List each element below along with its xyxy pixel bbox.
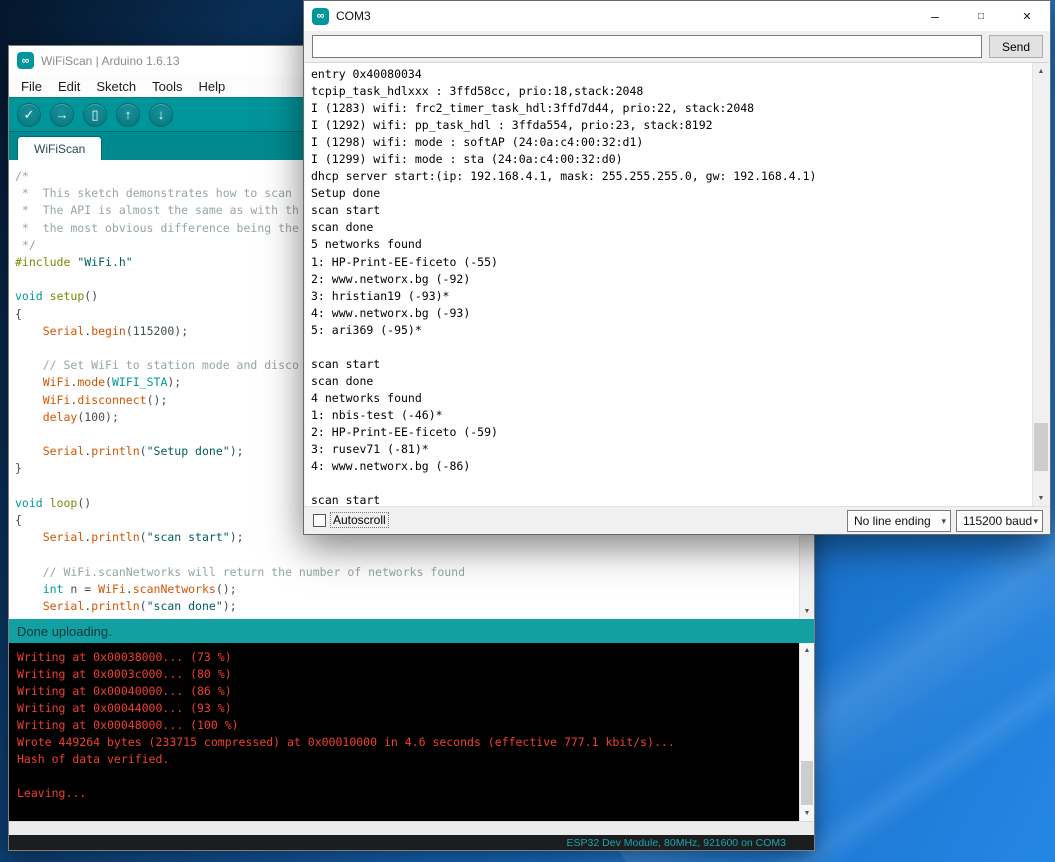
save-icon: ↓: [158, 108, 165, 121]
scroll-down-icon[interactable]: ▼: [800, 604, 814, 619]
console-output[interactable]: Writing at 0x00038000... (73 %)Writing a…: [9, 643, 814, 821]
menu-help[interactable]: Help: [190, 77, 233, 96]
serial-line: 1: nbis-test (-46)*: [311, 407, 816, 424]
console-scrollbar-thumb[interactable]: [801, 761, 813, 805]
code-line: // WiFi.scanNetworks will return the num…: [15, 564, 465, 581]
console-lines: Writing at 0x00038000... (73 %)Writing a…: [17, 649, 675, 802]
console-line: Leaving...: [17, 785, 675, 802]
console-line: [17, 768, 675, 785]
scroll-down-icon[interactable]: ▼: [800, 806, 814, 821]
upload-button[interactable]: →: [50, 103, 74, 127]
serial-line: I (1299) wifi: mode : sta (24:0a:c4:00:3…: [311, 151, 816, 168]
console-line: Wrote 449264 bytes (233715 compressed) a…: [17, 734, 675, 751]
serial-line: 2: HP-Print-EE-ficeto (-59): [311, 424, 816, 441]
console-line: Writing at 0x00040000... (86 %): [17, 683, 675, 700]
serial-line: scan done: [311, 373, 816, 390]
serial-line: 1: HP-Print-EE-ficeto (-55): [311, 254, 816, 271]
serial-line: entry 0x40080034: [311, 66, 816, 83]
console-line: Writing at 0x00044000... (93 %): [17, 700, 675, 717]
close-button[interactable]: ✕: [1004, 1, 1050, 31]
code-line: [15, 546, 465, 563]
code-line: int n = WiFi.scanNetworks();: [15, 581, 465, 598]
serial-line: scan done: [311, 219, 816, 236]
open-button[interactable]: ↑: [116, 103, 140, 127]
tab-wifiscan[interactable]: WiFiScan: [17, 136, 102, 160]
serial-lines: entry 0x40080034tcpip_task_hdlxxx : 3ffd…: [311, 66, 816, 506]
send-button[interactable]: Send: [989, 35, 1043, 58]
serial-line: 2: www.networx.bg (-92): [311, 271, 816, 288]
code-line: Serial.println("scan done");: [15, 598, 465, 615]
upload-status-bar: Done uploading.: [9, 619, 814, 643]
serial-line: 4 networks found: [311, 390, 816, 407]
serial-monitor-title: COM3: [336, 9, 371, 23]
serial-scrollbar[interactable]: ▲ ▼: [1032, 63, 1049, 506]
scroll-down-icon[interactable]: ▼: [1033, 490, 1049, 506]
upload-status-text: Done uploading.: [17, 624, 112, 639]
serial-line: 4: www.networx.bg (-93): [311, 305, 816, 322]
serial-monitor-titlebar[interactable]: ∞ COM3 –□✕: [304, 1, 1050, 31]
upload-icon: →: [56, 108, 69, 121]
serial-line: scan start: [311, 492, 816, 506]
serial-line: 5 networks found: [311, 236, 816, 253]
arduino-logo-icon: ∞: [312, 8, 329, 25]
line-ending-select[interactable]: No line ending ▾: [847, 510, 951, 532]
menu-file[interactable]: File: [13, 77, 50, 96]
serial-line: 4: www.networx.bg (-86): [311, 458, 816, 475]
serial-input[interactable]: [312, 35, 982, 58]
serial-line: I (1283) wifi: frc2_timer_task_hdl:3ffd7…: [311, 100, 816, 117]
chevron-down-icon: ▾: [941, 516, 946, 527]
window-controls: –□✕: [912, 1, 1050, 31]
console-line: Hash of data verified.: [17, 751, 675, 768]
menu-tools[interactable]: Tools: [144, 77, 190, 96]
serial-line: [311, 475, 816, 492]
new-sketch-icon: ▯: [91, 108, 98, 121]
console-horizontal-scrollbar[interactable]: [9, 821, 814, 835]
serial-line: I (1292) wifi: pp_task_hdl : 3ffda554, p…: [311, 117, 816, 134]
verify-button[interactable]: ✓: [17, 103, 41, 127]
save-button[interactable]: ↓: [149, 103, 173, 127]
serial-monitor-window: ∞ COM3 –□✕ Send entry 0x40080034tcpip_ta…: [303, 0, 1051, 535]
board-info-text: ESP32 Dev Module, 80MHz, 921600 on COM3: [567, 837, 786, 849]
arduino-logo-icon: ∞: [17, 52, 34, 69]
maximize-button[interactable]: □: [958, 1, 1004, 31]
serial-line: tcpip_task_hdlxxx : 3ffd58cc, prio:18,st…: [311, 83, 816, 100]
serial-scrollbar-thumb[interactable]: [1034, 423, 1048, 471]
serial-line: Setup done: [311, 185, 816, 202]
board-status-bar: ESP32 Dev Module, 80MHz, 921600 on COM3: [9, 835, 814, 850]
console-line: Writing at 0x00048000... (100 %): [17, 717, 675, 734]
minimize-button[interactable]: –: [912, 1, 958, 31]
new-sketch-button[interactable]: ▯: [83, 103, 107, 127]
open-icon: ↑: [125, 108, 132, 121]
serial-output[interactable]: entry 0x40080034tcpip_task_hdlxxx : 3ffd…: [305, 62, 1049, 506]
serial-line: 3: rusev71 (-81)*: [311, 441, 816, 458]
chevron-down-icon: ▾: [1033, 516, 1038, 527]
baud-rate-value: 115200 baud: [963, 514, 1032, 528]
scroll-up-icon[interactable]: ▲: [800, 643, 814, 658]
menu-edit[interactable]: Edit: [50, 77, 88, 96]
serial-line: 5: ari369 (-95)*: [311, 322, 816, 339]
serial-monitor-bottombar: Autoscroll No line ending ▾ 115200 baud …: [304, 506, 1050, 534]
autoscroll-checkbox[interactable]: [313, 514, 326, 527]
menu-sketch[interactable]: Sketch: [88, 77, 144, 96]
serial-line: I (1298) wifi: mode : softAP (24:0a:c4:0…: [311, 134, 816, 151]
autoscroll-label: Autoscroll: [331, 513, 388, 527]
console-line: Writing at 0x00038000... (73 %): [17, 649, 675, 666]
serial-line: dhcp server start:(ip: 192.168.4.1, mask…: [311, 168, 816, 185]
serial-line: 3: hristian19 (-93)*: [311, 288, 816, 305]
console-line: Writing at 0x0003c000... (80 %): [17, 666, 675, 683]
line-ending-value: No line ending: [854, 514, 931, 528]
console-scrollbar[interactable]: ▲ ▼: [799, 643, 814, 821]
serial-input-row: Send: [304, 31, 1050, 62]
serial-line: scan start: [311, 356, 816, 373]
baud-rate-select[interactable]: 115200 baud ▾: [956, 510, 1043, 532]
scroll-up-icon[interactable]: ▲: [1033, 63, 1049, 80]
serial-line: scan start: [311, 202, 816, 219]
verify-icon: ✓: [24, 108, 35, 121]
ide-window-title: WiFiScan | Arduino 1.6.13: [41, 54, 180, 68]
serial-line: [311, 339, 816, 356]
